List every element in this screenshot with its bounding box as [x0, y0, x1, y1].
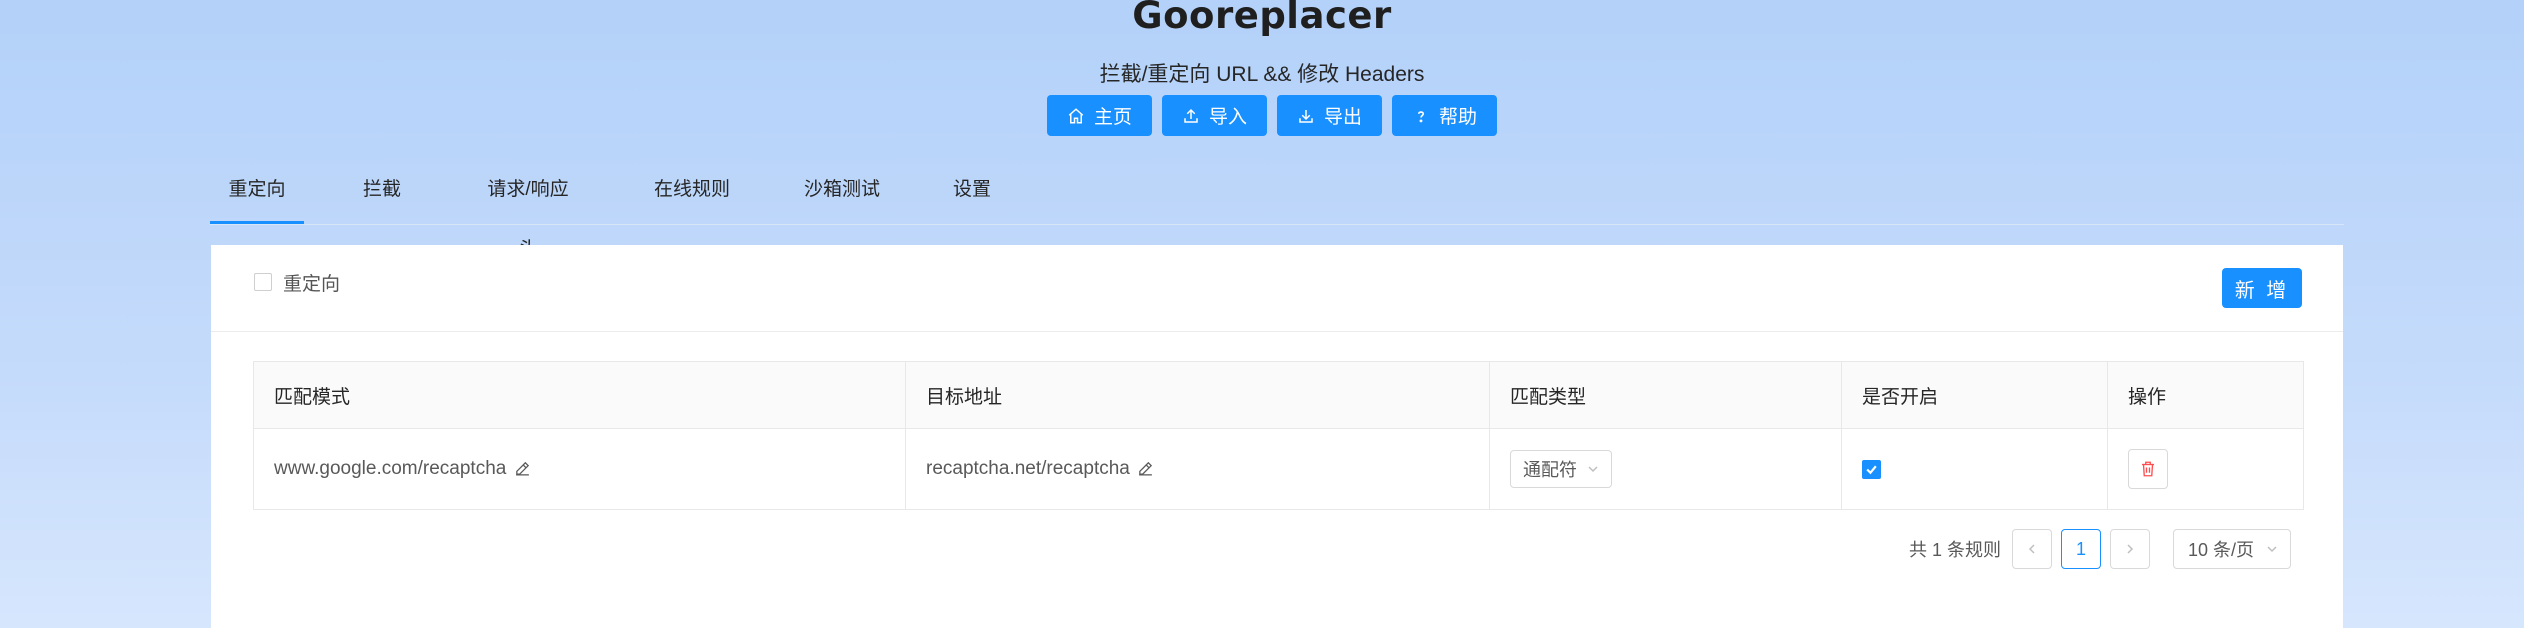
check-icon: [1866, 465, 1877, 474]
column-header-target: 目标地址: [905, 361, 1490, 429]
enabled-checkbox[interactable]: [1862, 459, 1881, 479]
tab-headers[interactable]: 请求/响应头: [478, 160, 578, 260]
page-size-value: 10 条/页: [2187, 540, 2254, 560]
total-count: 共 1 条规则: [1908, 540, 2001, 560]
home-button[interactable]: 主页: [1046, 95, 1152, 136]
export-button-label: 导出: [1324, 107, 1363, 128]
upload-icon: [1184, 108, 1198, 123]
download-icon: [1299, 109, 1313, 123]
home-icon: [1068, 107, 1084, 123]
match-type-cell: 通配符: [1489, 428, 1842, 510]
filter-label: 重定向: [283, 274, 341, 295]
tab-sandbox[interactable]: 沙箱测试: [802, 160, 882, 223]
column-header-enabled: 是否开启: [1841, 361, 2108, 429]
toolbar: 主页 导入 导出 帮助: [0, 95, 2524, 136]
match-type-select[interactable]: 通配符: [1510, 450, 1612, 488]
target-cell: recaptcha.net/recaptcha: [905, 428, 1490, 510]
match-type-value: 通配符: [1523, 460, 1577, 480]
home-button-label: 主页: [1093, 107, 1132, 128]
chevron-left-icon: [2028, 544, 2035, 554]
edit-icon[interactable]: [514, 460, 531, 477]
pagination: 共 1 条规则 1 10 条/页: [1909, 529, 2291, 569]
page-size-select[interactable]: 10 条/页: [2172, 529, 2291, 569]
next-page-button[interactable]: [2109, 529, 2150, 569]
import-button-label: 导入: [1208, 107, 1247, 128]
export-button[interactable]: 导出: [1277, 95, 1383, 136]
tab-block[interactable]: 拦截: [362, 160, 402, 223]
page-number[interactable]: 1: [2060, 529, 2101, 569]
question-icon: [1417, 110, 1425, 122]
chevron-down-icon: [2267, 546, 2277, 553]
tab-settings[interactable]: 设置: [952, 160, 992, 223]
tab-redirect[interactable]: 重定向: [210, 160, 304, 224]
tab-bar: 重定向 拦截 请求/响应头 在线规则 沙箱测试 设置: [210, 160, 2344, 260]
help-button-label: 帮助: [1439, 107, 1478, 128]
card-header: 重定向 新 增: [211, 245, 2343, 332]
actions-cell: [2107, 428, 2304, 510]
column-header-match-type: 匹配类型: [1489, 361, 1842, 429]
delete-button[interactable]: [2128, 449, 2168, 489]
tab-online-rules[interactable]: 在线规则: [652, 160, 732, 223]
column-header-actions: 操作: [2107, 361, 2304, 429]
trash-icon: [2142, 461, 2154, 477]
add-rule-button[interactable]: 新 增: [2222, 268, 2302, 308]
target-text: recaptcha.net/recaptcha: [926, 458, 1130, 479]
edit-icon[interactable]: [1137, 460, 1154, 477]
help-button[interactable]: 帮助: [1392, 95, 1498, 136]
column-header-pattern: 匹配模式: [253, 361, 906, 429]
enabled-cell: [1841, 428, 2108, 510]
chevron-right-icon: [2127, 544, 2134, 554]
rules-table: 匹配模式 目标地址 匹配类型 是否开启 操作 www.google.com/re…: [253, 361, 2304, 510]
select-all-checkbox[interactable]: [254, 273, 272, 291]
table-header-row: 匹配模式 目标地址 匹配类型 是否开启 操作: [253, 361, 2304, 429]
pattern-cell: www.google.com/recaptcha: [253, 428, 906, 510]
pattern-text: www.google.com/recaptcha: [274, 458, 507, 479]
chevron-down-icon: [1588, 466, 1598, 473]
rules-card: 重定向 新 增 匹配模式 目标地址 匹配类型 是否开启 操作 www.googl…: [211, 245, 2343, 628]
table-row: www.google.com/recaptcha recaptcha.net/r…: [253, 428, 2304, 510]
prev-page-button[interactable]: [2011, 529, 2052, 569]
import-button[interactable]: 导入: [1161, 95, 1267, 136]
app-subtitle: 拦截/重定向 URL && 修改 Headers: [1099, 63, 1425, 86]
app-title: Gooreplacer: [1132, 0, 1392, 37]
